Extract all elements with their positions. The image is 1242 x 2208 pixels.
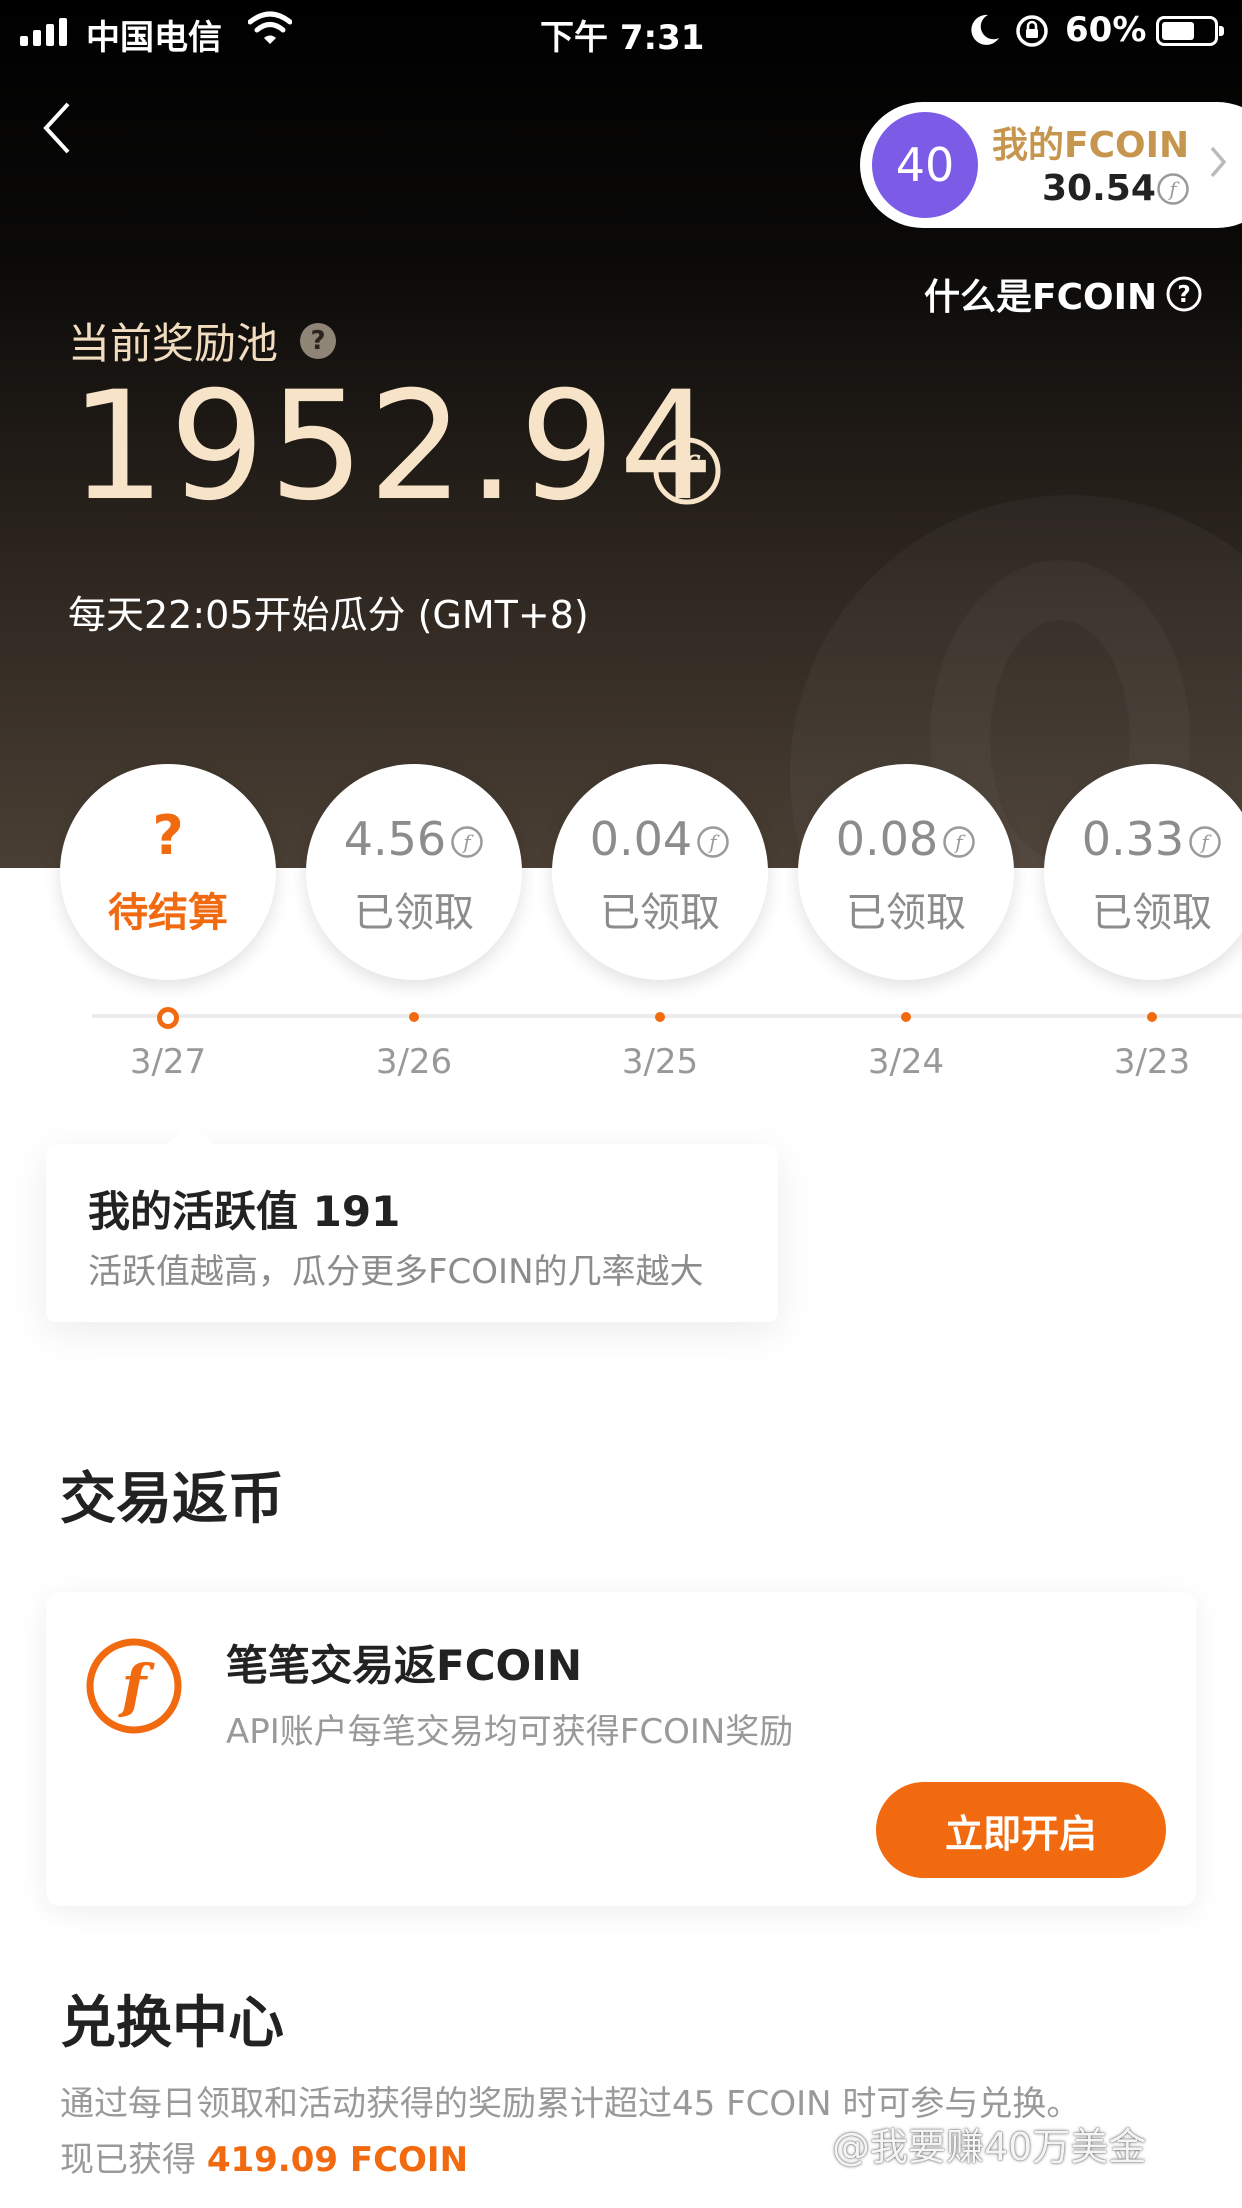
day-card[interactable]: 0.33 f 已领取 — [1044, 764, 1242, 980]
day-value-row: 0.04 f — [552, 812, 768, 870]
exchange-center-title: 兑换中心 — [60, 1991, 284, 2056]
svg-text:f: f — [1200, 830, 1213, 854]
timeline-date: 3/24 — [867, 1042, 945, 1082]
fcoin-icon: f — [942, 816, 976, 870]
day-value: 0.04 — [589, 812, 693, 866]
svg-text:f: f — [462, 830, 475, 854]
obtained-value: 419.09 FCOIN — [206, 2140, 469, 2180]
timeline-dot — [655, 1012, 665, 1022]
back-button[interactable] — [38, 100, 88, 160]
timeline-dot — [901, 1012, 911, 1022]
day-card[interactable]: 0.04 f 已领取 — [552, 764, 768, 980]
timeline-dot — [409, 1012, 419, 1022]
pool-schedule-text: 每天22:05开始瓜分 (GMT+8) — [68, 593, 589, 637]
exchange-obtained: 现已获得 419.09 FCOIN — [60, 2132, 468, 2181]
day-status: 已领取 — [600, 890, 720, 936]
day-value: 4.56 — [343, 812, 447, 866]
fcoin-icon: f — [1188, 816, 1222, 870]
day-status: 已领取 — [354, 890, 474, 936]
what-is-fcoin-label: 什么是FCOIN — [924, 277, 1158, 318]
level-badge: 40 — [872, 112, 978, 218]
wifi-icon — [247, 10, 293, 55]
day-status: 已领取 — [1092, 890, 1212, 936]
my-fcoin-label: 我的FCOIN — [992, 125, 1190, 166]
moon-icon — [968, 12, 1002, 57]
help-circle-icon: ? — [1166, 276, 1202, 312]
day-value-row: 0.08 f — [798, 812, 1014, 870]
rotation-lock-icon — [1014, 14, 1050, 57]
day-status: 已领取 — [846, 890, 966, 936]
battery-percent: 60% — [1065, 10, 1147, 50]
activity-hint: 活跃值越高，瓜分更多FCOIN的几率越大 — [88, 1252, 704, 1292]
enable-now-button[interactable]: 立即开启 — [876, 1782, 1166, 1878]
day-value-row: 0.33 f — [1044, 812, 1242, 870]
my-fcoin-button[interactable]: 40 我的FCOIN 30.54 f — [860, 102, 1242, 228]
svg-text:f: f — [677, 449, 701, 495]
timeline-track — [92, 1014, 1242, 1018]
trade-rebate-title: 交易返币 — [60, 1467, 284, 1532]
day-value: 0.08 — [835, 812, 939, 866]
day-status: 待结算 — [108, 890, 228, 936]
day-card[interactable]: 0.08 f 已领取 — [798, 764, 1014, 980]
pending-question-icon: ? — [152, 804, 184, 867]
fcoin-icon: f — [1156, 172, 1190, 210]
activity-tooltip: 我的活跃值 191 活跃值越高，瓜分更多FCOIN的几率越大 — [46, 1122, 778, 1322]
pool-help-icon[interactable]: ? — [300, 322, 337, 359]
day-value: 0.33 — [1081, 812, 1185, 866]
signal-icon — [20, 18, 67, 46]
timeline-date: 3/27 — [129, 1042, 207, 1082]
svg-text:?: ? — [1177, 282, 1190, 308]
timeline-date: 3/26 — [375, 1042, 453, 1082]
card-title: 笔笔交易返FCOIN — [226, 1641, 582, 1690]
day-card[interactable]: 4.56 f 已领取 — [306, 764, 522, 980]
obtained-label: 现已获得 — [60, 2140, 196, 2180]
timeline-dot-current — [157, 1007, 179, 1029]
watermark-text: @我要赚40万美金 — [832, 2125, 1147, 2169]
fcoin-logo-icon: f — [84, 1636, 184, 1740]
activity-value: 我的活跃值 191 — [88, 1187, 401, 1236]
timeline-date: 3/23 — [1113, 1042, 1191, 1082]
what-is-fcoin-link[interactable]: 什么是FCOIN ? — [924, 268, 1203, 320]
day-value-row: 4.56 f — [306, 812, 522, 870]
chevron-right-icon — [1208, 144, 1228, 184]
reward-pool-amount: 1952.94 — [70, 360, 719, 534]
day-card-current[interactable]: ? 待结算 — [60, 764, 276, 980]
fcoin-icon: f — [450, 816, 484, 870]
fcoin-icon: f — [696, 816, 730, 870]
clock: 下午 7:31 — [540, 18, 705, 58]
svg-text:f: f — [1167, 177, 1180, 201]
svg-text:f: f — [708, 830, 721, 854]
svg-text:f: f — [118, 1652, 156, 1720]
card-subtitle: API账户每笔交易均可获得FCOIN奖励 — [226, 1712, 794, 1752]
svg-text:f: f — [954, 830, 967, 854]
carrier-name: 中国电信 — [86, 18, 222, 58]
timeline-dot — [1147, 1012, 1157, 1022]
timeline-date: 3/25 — [621, 1042, 699, 1082]
my-fcoin-amount: 30.54 — [1042, 168, 1156, 209]
fcoin-icon: f — [652, 436, 722, 510]
trade-rebate-card: f 笔笔交易返FCOIN API账户每笔交易均可获得FCOIN奖励 立即开启 — [46, 1592, 1196, 1906]
status-bar: 中国电信 下午 7:31 60% — [0, 0, 1242, 62]
battery-icon — [1156, 16, 1224, 46]
